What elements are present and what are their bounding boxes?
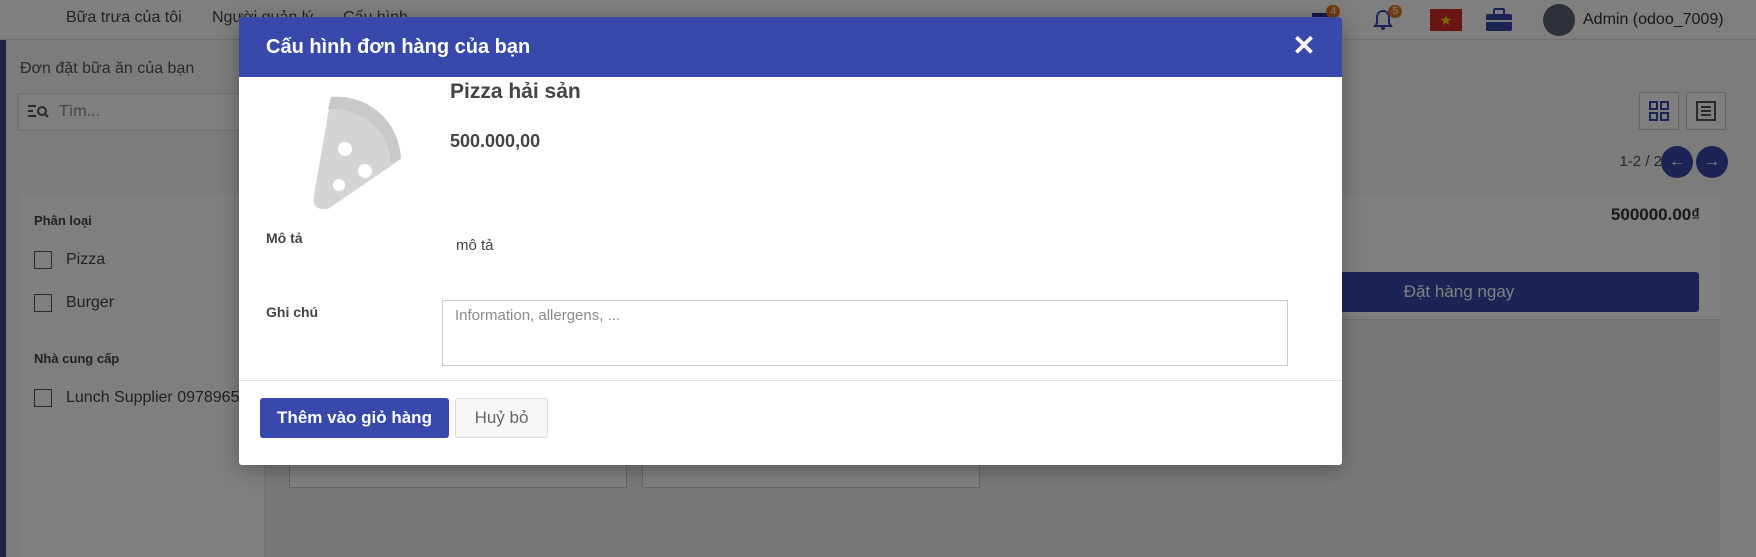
description-label: Mô tả — [266, 230, 303, 246]
note-field[interactable] — [442, 300, 1288, 366]
product-name: Pizza hải sản — [450, 80, 581, 103]
note-label: Ghi chú — [266, 304, 319, 320]
dialog-footer: Thêm vào giỏ hàng Huỷ bỏ — [239, 380, 1342, 465]
add-to-cart-button[interactable]: Thêm vào giỏ hàng — [260, 398, 449, 438]
cancel-button[interactable]: Huỷ bỏ — [455, 398, 548, 438]
configure-order-dialog: Cấu hình đơn hàng của bạn ✕ Pizza hải sả… — [239, 17, 1342, 465]
close-icon[interactable]: ✕ — [1290, 30, 1318, 61]
dialog-title: Cấu hình đơn hàng của bạn — [266, 35, 531, 58]
description-value: mô tả — [456, 237, 494, 254]
dialog-header: Cấu hình đơn hàng của bạn ✕ — [239, 17, 1342, 77]
product-price: 500.000,00 — [450, 131, 541, 151]
pizza-icon — [313, 96, 401, 210]
